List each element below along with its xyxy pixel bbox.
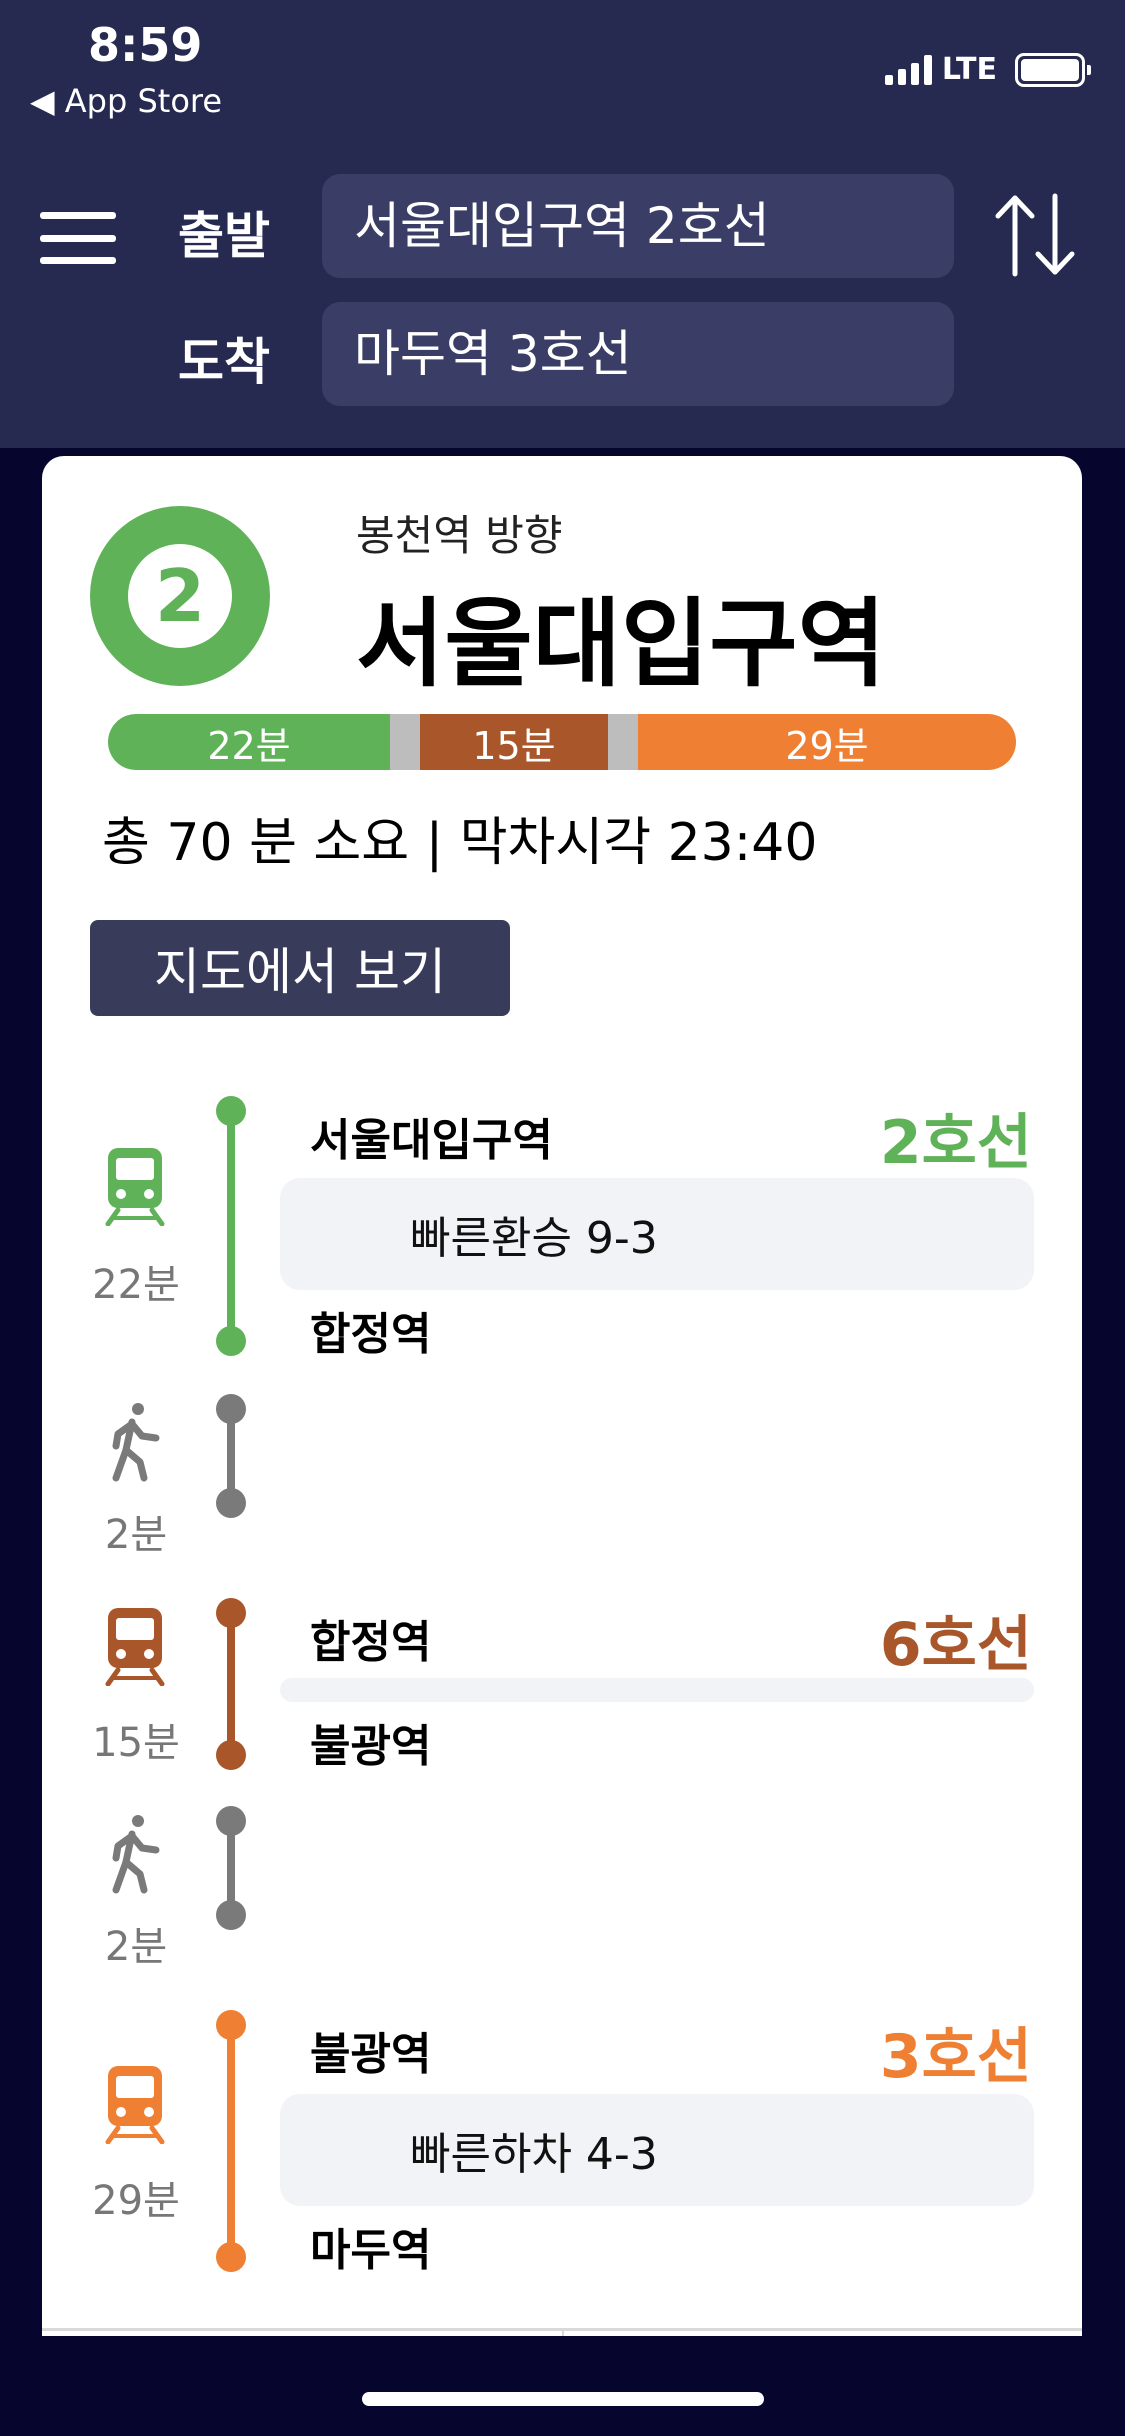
timeline-dot — [216, 1806, 246, 1836]
departure-field[interactable]: 서울대입구역 2호선 — [322, 174, 954, 278]
top-header: 8:59 ◀ App Store LTE 출발 서울대입구역 2호선 도착 마두… — [0, 0, 1125, 448]
timeline-line — [227, 1108, 235, 1344]
battery-icon — [1015, 52, 1091, 87]
walking-icon — [112, 1403, 160, 1482]
arrival-label: 도착 — [178, 333, 270, 391]
segment-transfer — [390, 714, 420, 770]
leg-end-station: 불광역 — [310, 1721, 432, 1772]
leg-line-name: 6호선 — [879, 1610, 1032, 1680]
leg-start-station: 불광역 — [310, 2029, 432, 2080]
trip-summary: 총 70 분 소요 | 막차시각 23:40 — [102, 813, 818, 873]
timeline-dot — [216, 1598, 246, 1628]
line-badge: 2 — [90, 506, 270, 686]
leg-end-station: 합정역 — [310, 1309, 432, 1360]
timeline-dot — [216, 1488, 246, 1518]
leg-line-name: 2호선 — [879, 1108, 1032, 1178]
walk-duration: 2분 — [104, 1924, 168, 1970]
alighting-info: 빠른하차 4-3 — [280, 2094, 1034, 2206]
timeline-dot — [216, 1900, 246, 1930]
segment-line-2: 22분 — [108, 714, 390, 770]
leg-start-station: 합정역 — [310, 1617, 432, 1668]
timeline-line — [227, 1612, 235, 1754]
leg-duration: 29분 — [92, 2178, 180, 2224]
back-to-app-store-link[interactable]: ◀ App Store — [30, 82, 222, 120]
arrival-field[interactable]: 마두역 3호선 — [322, 302, 954, 406]
leg-line-name: 3호선 — [879, 2022, 1032, 2092]
train-icon — [105, 1148, 165, 1226]
segment-line-3: 29분 — [638, 714, 1016, 770]
status-indicators: LTE — [884, 52, 1091, 87]
train-icon — [105, 2066, 165, 2144]
segment-bar: 22분 15분 29분 — [108, 714, 1016, 770]
departure-label: 출발 — [178, 207, 270, 265]
timeline-dot — [216, 1394, 246, 1424]
route-card: 2 봉천역 방향 서울대입구역 22분 15분 29분 총 70 분 소요 | … — [42, 456, 1082, 2336]
card-footer-split — [562, 2328, 564, 2336]
segment-line-6: 15분 — [420, 714, 608, 770]
signal-icon — [884, 54, 932, 85]
status-time: 8:59 — [88, 18, 203, 72]
train-icon — [105, 1608, 165, 1686]
segment-transfer — [608, 714, 638, 770]
line-number: 2 — [128, 544, 232, 648]
transfer-info — [280, 1678, 1034, 1702]
view-on-map-button[interactable]: 지도에서 보기 — [90, 920, 510, 1016]
timeline-dot — [216, 2010, 246, 2040]
station-title: 서울대입구역 — [356, 588, 886, 700]
home-indicator[interactable] — [362, 2392, 764, 2406]
leg-duration: 15분 — [92, 1720, 180, 1766]
network-type: LTE — [941, 52, 997, 87]
timeline-dot — [216, 2242, 246, 2272]
timeline-dot — [216, 1326, 246, 1356]
walk-duration: 2분 — [104, 1512, 168, 1558]
walking-icon — [112, 1815, 160, 1894]
swap-stations-icon[interactable] — [990, 190, 1080, 280]
leg-start-station: 서울대입구역 — [310, 1115, 553, 1166]
leg-end-station: 마두역 — [310, 2225, 432, 2276]
menu-icon[interactable] — [40, 212, 116, 264]
direction-label: 봉천역 방향 — [356, 511, 563, 560]
transfer-info: 빠른환승 9-3 — [280, 1178, 1034, 1290]
leg-duration: 22분 — [92, 1262, 180, 1308]
timeline-dot — [216, 1740, 246, 1770]
timeline-line — [227, 2024, 235, 2256]
timeline-dot — [216, 1096, 246, 1126]
